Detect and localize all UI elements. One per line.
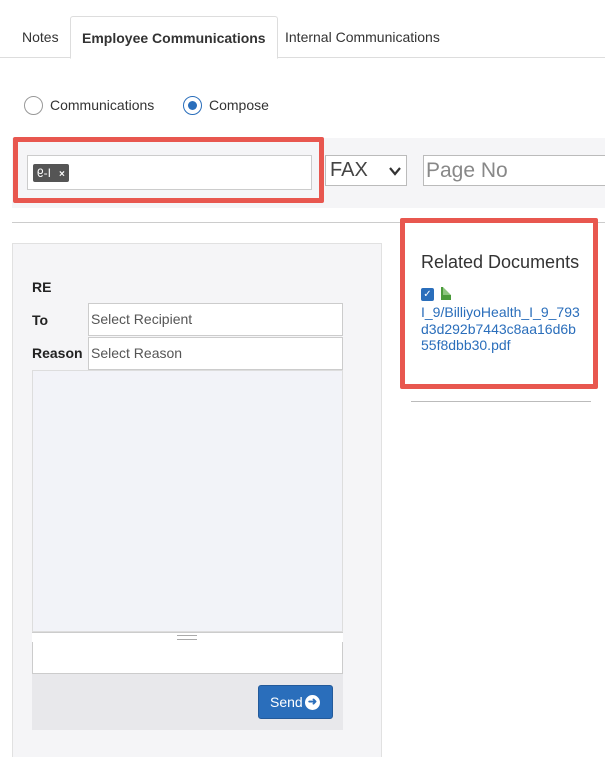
tag-remove-icon[interactable]: ×: [59, 166, 65, 184]
document-tag: I-9 ×: [33, 164, 69, 182]
fax-select-value: FAX: [330, 159, 368, 181]
tab-notes[interactable]: Notes: [11, 16, 70, 58]
resize-handle[interactable]: [32, 632, 343, 642]
reason-select[interactable]: Select Reason: [88, 337, 343, 370]
communications-radio[interactable]: [24, 96, 43, 115]
arrow-right-circle-icon: ➜: [305, 695, 320, 710]
file-icon: [441, 287, 451, 300]
message-editor[interactable]: [32, 370, 343, 632]
compose-radio[interactable]: [183, 96, 202, 115]
communications-radio-label[interactable]: Communications: [50, 97, 154, 113]
document-tag-input[interactable]: I-9 ×: [27, 155, 312, 190]
recipient-select[interactable]: Select Recipient: [88, 303, 343, 336]
grip-icon: [177, 635, 197, 640]
tab-internal-communications[interactable]: Internal Communications: [274, 16, 451, 58]
send-button-label: Send: [270, 694, 303, 710]
document-tag-label: I-9: [37, 166, 52, 180]
related-documents-title: Related Documents: [421, 252, 580, 272]
fax-select[interactable]: FAX: [325, 155, 407, 186]
to-label: To: [32, 312, 49, 328]
re-label: RE: [32, 279, 52, 295]
page-no-input[interactable]: Page No: [423, 155, 605, 186]
divider: [411, 401, 591, 402]
reason-label: Reason: [32, 345, 83, 361]
compose-radio-label[interactable]: Compose: [209, 97, 269, 113]
editor-footer: [32, 642, 343, 674]
tab-employee-communications[interactable]: Employee Communications: [70, 16, 278, 59]
tab-bar: Notes Employee Communications Internal C…: [0, 0, 605, 59]
mode-selector: Communications Compose: [12, 66, 605, 138]
document-checkbox[interactable]: ✓: [421, 288, 434, 301]
document-link[interactable]: I_9/BilliyoHealth_I_9_793d3d292b7443c8aa…: [421, 304, 583, 354]
chevron-down-icon: [388, 157, 402, 196]
send-button[interactable]: Send ➜: [258, 685, 333, 719]
